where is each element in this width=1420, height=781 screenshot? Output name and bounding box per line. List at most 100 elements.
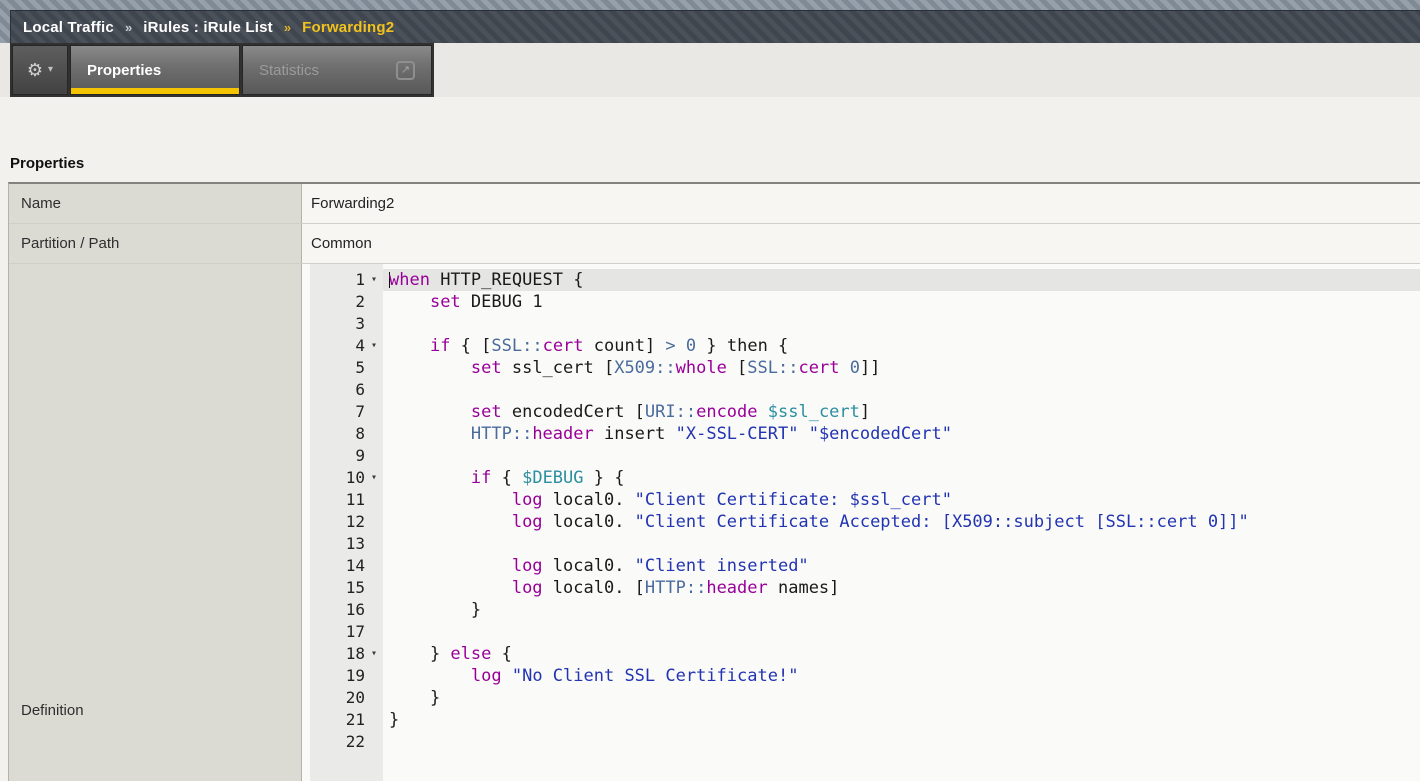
header-stripes: Local Traffic » iRules : iRule List » Fo… [0,0,1420,43]
breadcrumb-current-page: Forwarding2 [302,19,394,36]
fold-marker-icon[interactable]: ▾ [365,467,383,489]
gutter-cell: 17 [310,621,383,643]
tab-properties[interactable]: Properties [70,45,240,95]
code-text: } [383,599,1420,621]
gutter-cell: 11 [310,489,383,511]
code-line[interactable]: 11 log local0. "Client Certificate: $ssl… [302,489,1420,511]
line-number: 22 [310,731,365,753]
line-number: 5 [310,357,365,379]
table-row-partition: Partition / Path Common [9,224,1420,264]
gear-menu-button[interactable]: ⚙ ▾ [12,45,68,95]
gutter-cell: 20 [310,687,383,709]
code-text: set ssl_cert [X509::whole [SSL::cert 0]] [383,357,1420,379]
line-number: 21 [310,709,365,731]
fold-marker-icon[interactable]: ▾ [365,335,383,357]
gutter-cell: 7 [310,401,383,423]
gutter-cell: 14 [310,555,383,577]
code-line[interactable]: 15 log local0. [HTTP::header names] [302,577,1420,599]
line-number: 6 [310,379,365,401]
code-text [383,313,1420,335]
code-text: } [383,687,1420,709]
gutter-cell: 2 [310,291,383,313]
irule-properties-page: Local Traffic » iRules : iRule List » Fo… [0,0,1420,781]
code-line[interactable]: 2 set DEBUG 1 [302,291,1420,313]
line-number: 13 [310,533,365,555]
external-link-icon: ↗ [396,61,415,80]
line-number: 18 [310,643,365,665]
breadcrumb-local-traffic[interactable]: Local Traffic [23,19,114,36]
code-line[interactable]: 22 [302,731,1420,753]
code-line[interactable]: 1▾when HTTP_REQUEST { [302,269,1420,291]
line-number: 20 [310,687,365,709]
tab-statistics[interactable]: Statistics ↗ [242,45,432,95]
code-line[interactable]: 4▾ if { [SSL::cert count] > 0 } then { [302,335,1420,357]
code-line[interactable]: 19 log "No Client SSL Certificate!" [302,665,1420,687]
code-text [383,731,1420,753]
gutter-cell: 5 [310,357,383,379]
line-number: 17 [310,621,365,643]
code-text: if { $DEBUG } { [383,467,1420,489]
gutter-cell: 12 [310,511,383,533]
code-line[interactable]: 18▾ } else { [302,643,1420,665]
line-number: 9 [310,445,365,467]
line-number: 15 [310,577,365,599]
code-line[interactable]: 10▾ if { $DEBUG } { [302,467,1420,489]
fold-marker-icon[interactable]: ▾ [365,643,383,665]
line-number: 4 [310,335,365,357]
code-line[interactable]: 9 [302,445,1420,467]
breadcrumb: Local Traffic » iRules : iRule List » Fo… [10,10,1420,43]
line-number: 11 [310,489,365,511]
code-line[interactable]: 21} [302,709,1420,731]
line-number: 1 [310,269,365,291]
gutter-cell: 19 [310,665,383,687]
fold-marker-icon[interactable]: ▾ [365,269,383,291]
line-number: 2 [310,291,365,313]
active-tab-indicator [71,88,239,94]
code-lines: 1▾when HTTP_REQUEST {2 set DEBUG 134▾ if… [302,269,1420,753]
line-number: 14 [310,555,365,577]
table-row-definition: Definition 1▾when HTTP_REQUEST {2 set DE… [9,264,1420,781]
code-line[interactable]: 7 set encodedCert [URI::encode $ssl_cert… [302,401,1420,423]
code-line[interactable]: 17 [302,621,1420,643]
tab-bar: ⚙ ▾ Properties Statistics ↗ [10,43,434,97]
tab-properties-label: Properties [87,62,161,79]
code-line[interactable]: 13 [302,533,1420,555]
gutter-cell: 16 [310,599,383,621]
gutter-cell: 15 [310,577,383,599]
gutter-cell: 6 [310,379,383,401]
code-text [383,621,1420,643]
code-line[interactable]: 20 } [302,687,1420,709]
code-line[interactable]: 5 set ssl_cert [X509::whole [SSL::cert 0… [302,357,1420,379]
irule-code-editor[interactable]: 1▾when HTTP_REQUEST {2 set DEBUG 134▾ if… [302,264,1420,781]
gutter-cell: 13 [310,533,383,555]
code-line[interactable]: 8 HTTP::header insert "X-SSL-CERT" "$enc… [302,423,1420,445]
code-text: log local0. [HTTP::header names] [383,577,1420,599]
code-line[interactable]: 16 } [302,599,1420,621]
gutter-cell: 3 [310,313,383,335]
gutter-cell: 1▾ [310,269,383,291]
gutter-cell: 10▾ [310,467,383,489]
code-line[interactable]: 14 log local0. "Client inserted" [302,555,1420,577]
gutter-cell: 22 [310,731,383,753]
line-number: 16 [310,599,365,621]
definition-label: Definition [9,264,302,781]
line-number: 12 [310,511,365,533]
code-line[interactable]: 12 log local0. "Client Certificate Accep… [302,511,1420,533]
code-text: } else { [383,643,1420,665]
code-text: log "No Client SSL Certificate!" [383,665,1420,687]
code-line[interactable]: 3 [302,313,1420,335]
partition-path-value: Common [302,224,1420,263]
code-text: } [383,709,1420,731]
gear-icon: ⚙ [27,61,43,79]
page-title: Properties [10,155,84,172]
gutter-cell: 21 [310,709,383,731]
gutter-cell: 18▾ [310,643,383,665]
name-value: Forwarding2 [302,184,1420,223]
code-text: set DEBUG 1 [383,291,1420,313]
tab-statistics-label: Statistics [259,62,319,79]
code-line[interactable]: 6 [302,379,1420,401]
line-number: 10 [310,467,365,489]
breadcrumb-irule-list[interactable]: iRules : iRule List [143,19,273,36]
name-label: Name [9,184,302,223]
gutter-cell: 9 [310,445,383,467]
